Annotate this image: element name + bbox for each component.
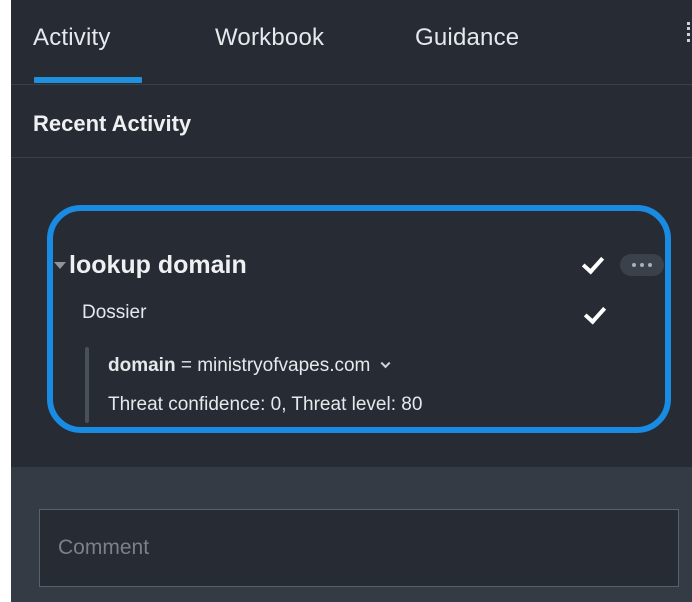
more-options-button[interactable] [620,254,664,276]
dot-icon [632,263,636,267]
tab-activity[interactable]: Activity [33,24,111,52]
parameter-line: domain = ministryofvapes.com [108,355,391,377]
section-title: Recent Activity [33,111,192,136]
result-message: Threat confidence: 0, Threat level: 80 [108,394,423,415]
app-name: Dossier [82,302,147,323]
comment-input[interactable] [39,509,679,587]
activity-panel: Activity Workbook Guidance Recent Activi… [11,0,692,602]
collapse-triangle-icon[interactable] [54,262,66,269]
result-indent-bar [85,347,89,423]
parameter-value: ministryofvapes.com [197,355,371,376]
dot-icon [640,263,644,267]
active-tab-indicator [34,77,142,83]
comment-area [11,467,692,602]
parameter-key: domain [108,355,176,376]
divider [11,157,692,158]
dot-icon [648,263,652,267]
divider [11,84,692,85]
parameter-separator: = [175,355,198,376]
tab-workbook[interactable]: Workbook [215,24,324,52]
chevron-down-icon[interactable] [380,358,391,369]
action-name[interactable]: lookup domain [69,251,247,280]
tab-bar: Activity Workbook Guidance [11,0,692,84]
tab-guidance[interactable]: Guidance [415,24,519,52]
overflow-icon[interactable] [687,22,692,42]
